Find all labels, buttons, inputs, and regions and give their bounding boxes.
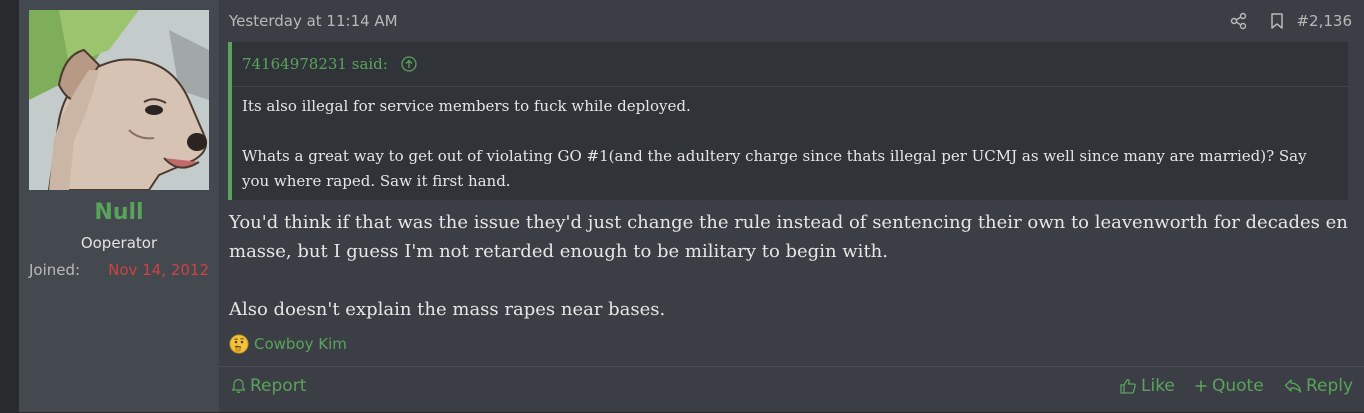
reaction-user-list[interactable]: Cowboy Kim <box>254 335 347 353</box>
reply-label: Reply <box>1306 376 1354 396</box>
user-title: Ooperator <box>80 234 158 252</box>
dog-avatar-icon <box>29 10 209 190</box>
post-timestamp[interactable]: Yesterday at 11:14 AM <box>229 12 398 30</box>
thinking-emoji-icon[interactable] <box>229 334 249 354</box>
like-button[interactable]: Like <box>1119 367 1175 405</box>
reply-button[interactable]: Reply <box>1284 367 1353 405</box>
user-info-column: Null Ooperator Joined: Nov 14, 2012 <box>19 0 219 412</box>
reply-arrow-icon <box>1284 379 1302 393</box>
joined-label: Joined: <box>29 261 81 279</box>
report-label: Report <box>250 376 307 396</box>
message-paragraph: Also doesn't explain the mass rapes near… <box>229 299 666 320</box>
report-button[interactable]: Report <box>231 367 306 405</box>
share-icon[interactable] <box>1230 12 1248 30</box>
thumbs-up-icon <box>1120 378 1136 394</box>
post-actions-footer: Report Like Quote Reply <box>219 366 1364 413</box>
post-number-link[interactable]: #2,136 <box>1296 12 1352 30</box>
like-label: Like <box>1141 376 1175 396</box>
bookmark-icon[interactable] <box>1268 12 1286 30</box>
post-message: You'd think if that was the issue they'd… <box>229 208 1359 324</box>
quote-line: Whats a great way to get out of violatin… <box>242 147 1307 190</box>
username[interactable]: Null <box>19 200 219 225</box>
avatar[interactable] <box>29 10 209 190</box>
reactions-bar[interactable]: Cowboy Kim <box>229 334 347 354</box>
quote-content: Its also illegal for service members to … <box>242 94 1337 194</box>
post-main: Yesterday at 11:14 AM #2,136 74164978231… <box>219 0 1364 412</box>
quote-button[interactable]: Quote <box>1194 367 1264 405</box>
quote-line: Its also illegal for service members to … <box>242 97 691 115</box>
quote-header[interactable]: 74164978231 said: <box>242 55 417 73</box>
quote-divider <box>232 86 1348 87</box>
quote-label: Quote <box>1212 376 1264 396</box>
plus-icon <box>1195 380 1207 392</box>
quote-author[interactable]: 74164978231 said: <box>242 55 388 73</box>
message-paragraph: You'd think if that was the issue they'd… <box>229 212 1348 262</box>
joined-date: Nov 14, 2012 <box>108 261 209 279</box>
forum-post: Null Ooperator Joined: Nov 14, 2012 Yest… <box>19 0 1364 412</box>
arrow-up-circle-icon[interactable] <box>400 56 417 72</box>
bell-icon <box>231 378 246 394</box>
quote-block: 74164978231 said: Its also illegal for s… <box>228 42 1348 200</box>
